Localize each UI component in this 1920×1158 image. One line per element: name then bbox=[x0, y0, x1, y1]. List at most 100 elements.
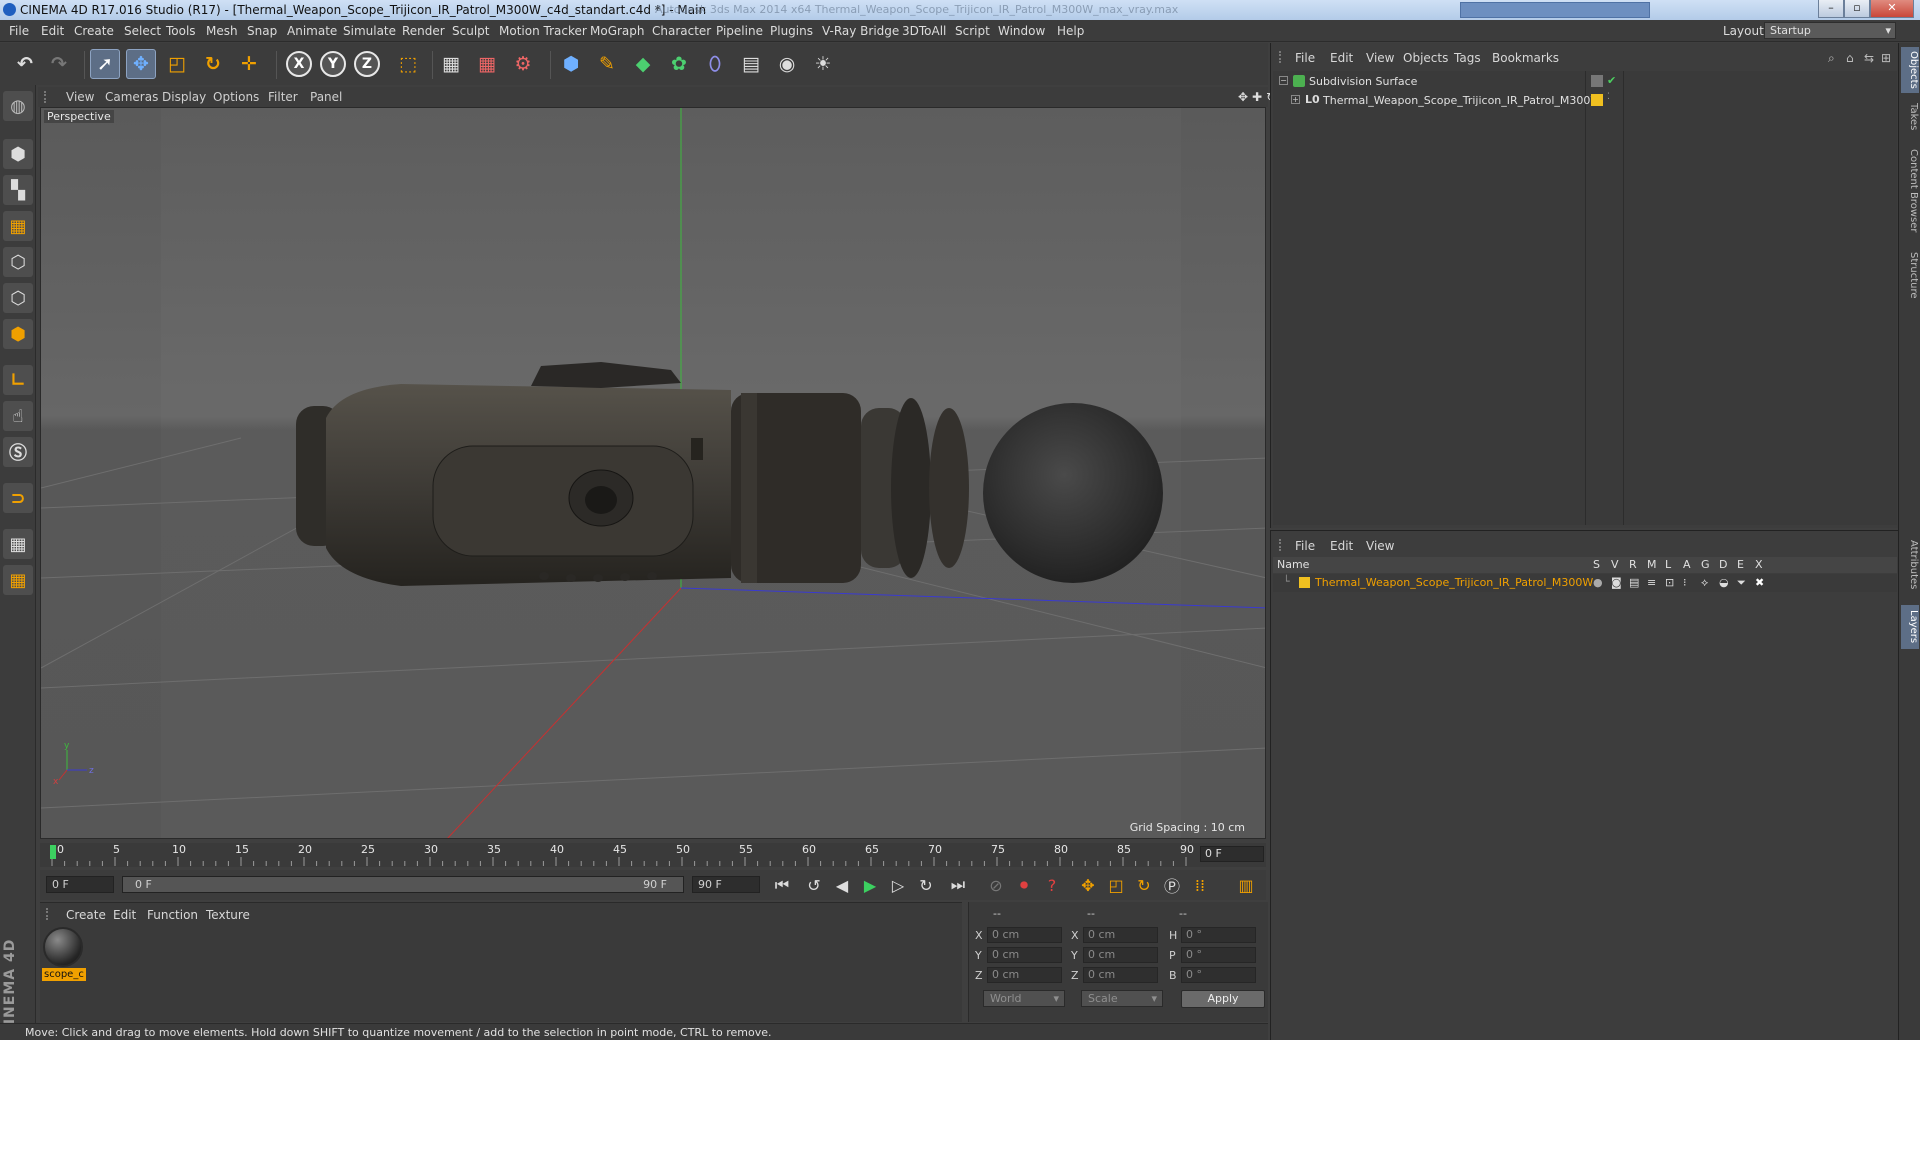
layers-menu-file[interactable]: File bbox=[1295, 539, 1315, 553]
material-menu-edit[interactable]: Edit bbox=[113, 908, 136, 922]
position-x-field[interactable]: 0 cm bbox=[987, 927, 1062, 943]
collapse-icon[interactable]: − bbox=[1279, 76, 1288, 85]
rotation-b-field[interactable]: 0 ° bbox=[1181, 967, 1256, 983]
key-parameter-icon[interactable]: Ⓟ bbox=[1160, 873, 1184, 897]
cube-primitive-icon[interactable]: ⬢ bbox=[556, 49, 586, 79]
menu-script[interactable]: Script bbox=[955, 24, 990, 38]
timeline-ruler[interactable]: 0 5 10 15 20 25 30 35 40 45 50 55 60 65 … bbox=[40, 843, 1266, 867]
timeline-window-icon[interactable]: ▥ bbox=[1234, 873, 1258, 897]
move-tool-icon[interactable]: ✥ bbox=[126, 49, 156, 79]
subdivision-surface-icon[interactable]: ◆ bbox=[628, 49, 658, 79]
objects-menu-bookmarks[interactable]: Bookmarks bbox=[1492, 51, 1559, 65]
play-icon[interactable]: ▶ bbox=[858, 873, 882, 897]
edges-mode-icon[interactable]: ⬡ bbox=[3, 283, 33, 313]
locked-workplane-icon[interactable]: ▦ bbox=[3, 529, 33, 559]
perspective-viewport[interactable]: y z x Perspective Grid Spacing : 10 cm bbox=[40, 107, 1266, 839]
rotation-p-field[interactable]: 0 ° bbox=[1181, 947, 1256, 963]
apply-button[interactable]: Apply bbox=[1181, 990, 1265, 1008]
make-editable-icon[interactable]: ◍ bbox=[3, 91, 33, 121]
menu-select[interactable]: Select bbox=[124, 24, 161, 38]
polygons-mode-icon[interactable]: ⬢ bbox=[3, 319, 33, 349]
deformer-icon[interactable]: ⬯ bbox=[700, 49, 730, 79]
visibility-dots-icon[interactable]: ⁚ bbox=[1607, 92, 1610, 102]
layers-menu-edit[interactable]: Edit bbox=[1330, 539, 1353, 553]
close-button[interactable]: ✕ bbox=[1870, 0, 1914, 18]
model-mode-icon[interactable]: ⬢ bbox=[3, 139, 33, 169]
menu-file[interactable]: File bbox=[9, 24, 29, 38]
layer-tag-icon[interactable] bbox=[1591, 75, 1603, 87]
viewport-menu-options[interactable]: Options bbox=[213, 90, 259, 104]
record-active-objects-icon[interactable]: ⏺ bbox=[1012, 873, 1036, 897]
position-z-field[interactable]: 0 cm bbox=[987, 967, 1062, 983]
rotate-tool-icon[interactable]: ↻ bbox=[198, 49, 228, 79]
previous-key-icon[interactable]: ↺ bbox=[802, 873, 826, 897]
menu-plugins[interactable]: Plugins bbox=[770, 24, 813, 38]
range-end-field[interactable]: 90 F bbox=[692, 876, 760, 893]
manager-toggle-icon[interactable]: ≡ bbox=[1647, 576, 1656, 589]
material-name[interactable]: scope_c bbox=[42, 968, 86, 981]
record-disabled-icon[interactable]: ⊘ bbox=[984, 873, 1008, 897]
axis-mode-icon[interactable]: ∟ bbox=[3, 365, 33, 395]
range-slider[interactable]: 0 F 90 F bbox=[122, 876, 684, 893]
next-frame-icon[interactable]: ▷ bbox=[886, 873, 910, 897]
menu-simulate[interactable]: Simulate bbox=[343, 24, 396, 38]
live-selection-icon[interactable]: ➚ bbox=[90, 49, 120, 79]
menu-pipeline[interactable]: Pipeline bbox=[716, 24, 763, 38]
key-scale-icon[interactable]: ◰ bbox=[1104, 873, 1128, 897]
workplane-icon[interactable]: ▦ bbox=[3, 211, 33, 241]
object-name[interactable]: Subdivision Surface bbox=[1309, 75, 1417, 88]
range-start-field[interactable]: 0 F bbox=[46, 876, 114, 893]
position-y-field[interactable]: 0 cm bbox=[987, 947, 1062, 963]
menu-edit[interactable]: Edit bbox=[41, 24, 64, 38]
layer-row[interactable]: └ Thermal_Weapon_Scope_Trijicon_IR_Patro… bbox=[1273, 574, 1897, 592]
y-axis-lock-icon[interactable]: Y bbox=[320, 51, 346, 77]
size-x-field[interactable]: 0 cm bbox=[1083, 927, 1158, 943]
key-pla-icon[interactable]: ⁞⁞ bbox=[1188, 873, 1212, 897]
rotation-h-field[interactable]: 0 ° bbox=[1181, 927, 1256, 943]
objects-menu-file[interactable]: File bbox=[1295, 51, 1315, 65]
render-settings-icon[interactable]: ⚙ bbox=[508, 49, 538, 79]
expressions-toggle-icon[interactable]: ⏷ bbox=[1737, 576, 1746, 590]
viewport-menu-view[interactable]: View bbox=[66, 90, 94, 104]
transform-tool-icon[interactable]: ✛ bbox=[234, 49, 264, 79]
minimize-button[interactable]: – bbox=[1818, 0, 1844, 18]
points-mode-icon[interactable]: ⬡ bbox=[3, 247, 33, 277]
expand-icon[interactable]: + bbox=[1291, 95, 1300, 104]
scale-tool-icon[interactable]: ◰ bbox=[162, 49, 192, 79]
menu-mesh[interactable]: Mesh bbox=[206, 24, 238, 38]
generators-toggle-icon[interactable]: ⟡ bbox=[1701, 576, 1708, 590]
link-icon[interactable]: ⇆ bbox=[1864, 51, 1874, 65]
redo-icon[interactable]: ↷ bbox=[44, 49, 74, 79]
next-key-icon[interactable]: ↻ bbox=[914, 873, 938, 897]
object-row[interactable]: + L0 Thermal_Weapon_Scope_Trijicon_IR_Pa… bbox=[1273, 92, 1897, 110]
coordinate-system-icon[interactable]: ⬚ bbox=[393, 49, 423, 79]
z-axis-lock-icon[interactable]: Z bbox=[354, 51, 380, 77]
mograph-cloner-icon[interactable]: ✿ bbox=[664, 49, 694, 79]
size-z-field[interactable]: 0 cm bbox=[1083, 967, 1158, 983]
viewport-menu-filter[interactable]: Filter bbox=[268, 90, 298, 104]
objects-menu-tags[interactable]: Tags bbox=[1454, 51, 1481, 65]
home-icon[interactable]: ⌂ bbox=[1846, 51, 1854, 65]
undo-icon[interactable]: ↶ bbox=[10, 49, 40, 79]
floor-scene-icon[interactable]: ▤ bbox=[736, 49, 766, 79]
key-rotation-icon[interactable]: ↻ bbox=[1132, 873, 1156, 897]
menu-sculpt[interactable]: Sculpt bbox=[452, 24, 489, 38]
menu-animate[interactable]: Animate bbox=[287, 24, 337, 38]
material-menu-create[interactable]: Create bbox=[66, 908, 106, 922]
tab-layers[interactable]: Layers bbox=[1901, 605, 1919, 649]
viewport-menu-panel[interactable]: Panel bbox=[310, 90, 342, 104]
object-name[interactable]: Thermal_Weapon_Scope_Trijicon_IR_Patrol_… bbox=[1323, 94, 1601, 107]
layout-select[interactable]: Startup ▾ bbox=[1764, 22, 1896, 39]
key-position-icon[interactable]: ✥ bbox=[1076, 873, 1100, 897]
menu-mograph[interactable]: MoGraph bbox=[590, 24, 645, 38]
menu-character[interactable]: Character bbox=[652, 24, 711, 38]
objects-menu-view[interactable]: View bbox=[1366, 51, 1394, 65]
tab-takes[interactable]: Takes bbox=[1901, 99, 1919, 135]
maximize-button[interactable]: ▫ bbox=[1844, 0, 1870, 18]
material-menu-texture[interactable]: Texture bbox=[206, 908, 250, 922]
light-icon[interactable]: ☀ bbox=[808, 49, 838, 79]
tab-objects[interactable]: Objects bbox=[1901, 47, 1919, 93]
deformers-toggle-icon[interactable]: ◒ bbox=[1719, 576, 1729, 589]
menu-tools[interactable]: Tools bbox=[166, 24, 196, 38]
render-view-icon[interactable]: ▦ bbox=[436, 49, 466, 79]
